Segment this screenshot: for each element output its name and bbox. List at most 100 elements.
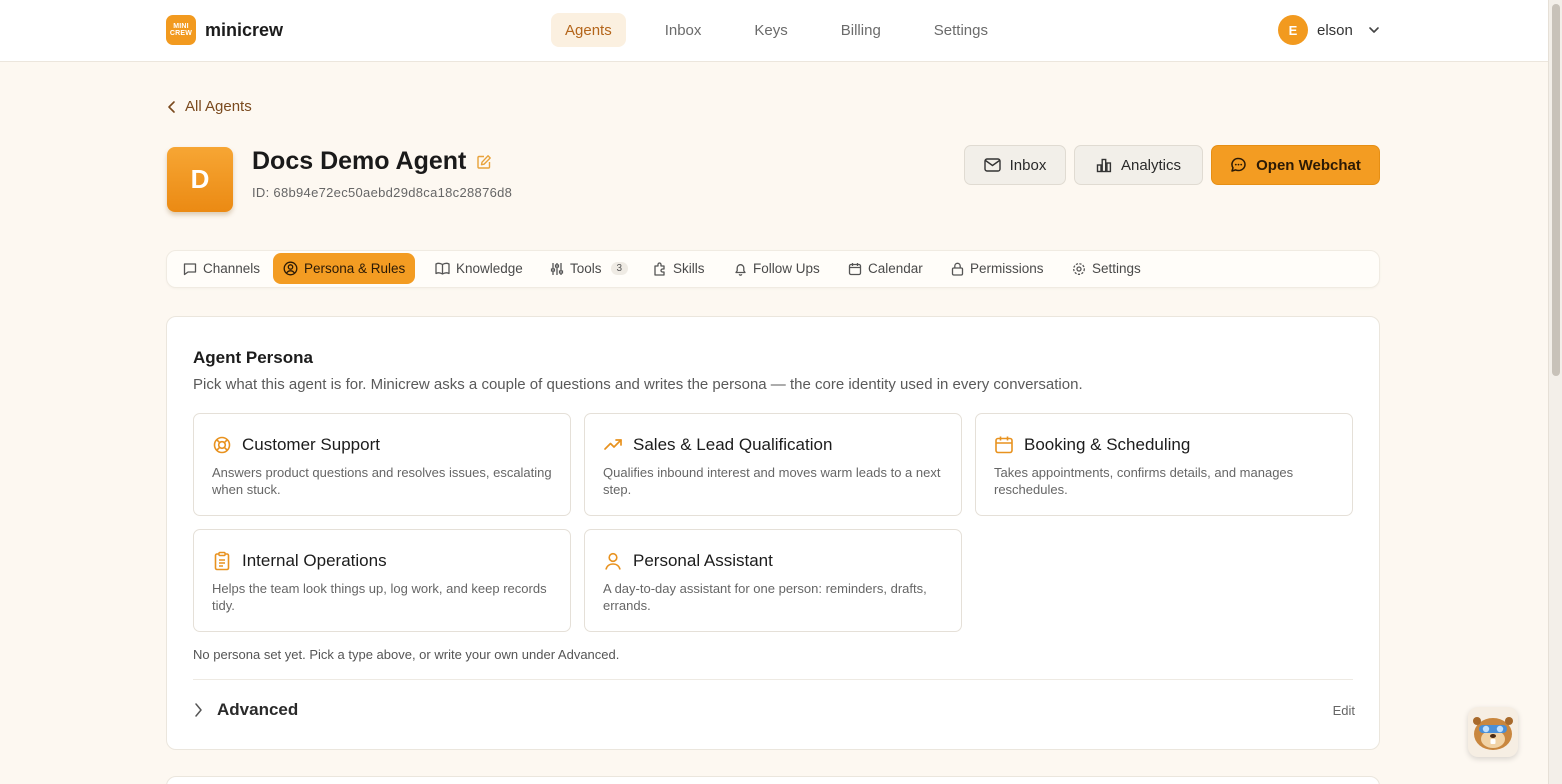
tab-label: Follow Ups	[753, 261, 820, 276]
card-header: Sales & Lead Qualification	[603, 435, 832, 455]
brand[interactable]: MINI CREW minicrew	[166, 15, 283, 45]
advanced-label: Advanced	[217, 700, 299, 719]
edit-pencil-icon[interactable]	[476, 154, 492, 170]
logo-text-top: MINI	[173, 23, 189, 30]
top-bar: MINI CREW minicrew Agents Inbox Keys Bil…	[0, 0, 1548, 62]
tab-label: Channels	[203, 261, 261, 276]
panel-description: Pick what this agent is for. Minicrew as…	[193, 376, 1083, 393]
trending-up-icon	[604, 439, 622, 450]
advanced-toggle[interactable]: Advanced	[193, 700, 298, 720]
persona-hint: No persona set yet. Pick a type above, o…	[193, 647, 620, 662]
card-description: Answers product questions and resolves i…	[212, 465, 552, 497]
inbox-button-label: Inbox	[1009, 156, 1047, 174]
chevron-down-icon	[1369, 27, 1379, 33]
chevron-left-icon	[168, 100, 175, 113]
open-webchat-button[interactable]: Open Webchat	[1211, 145, 1380, 185]
tab-label: Settings	[1092, 261, 1141, 276]
agent-id: ID: 68b94e72ec50aebd29d8ca18c28876d8	[252, 185, 513, 200]
logo-text-bottom: CREW	[169, 30, 193, 37]
beaver-mascot-icon	[1473, 717, 1513, 750]
user-circle-icon	[283, 261, 298, 276]
agent-persona-panel: Agent Persona Pick what this agent is fo…	[166, 316, 1380, 750]
inbox-button[interactable]: Inbox	[964, 145, 1066, 185]
message-square-icon	[183, 262, 197, 275]
help-mascot-button[interactable]	[1468, 707, 1518, 757]
lock-icon	[951, 262, 964, 276]
nav-keys[interactable]: Keys	[740, 13, 801, 47]
chevron-right-icon	[195, 703, 202, 717]
user-name: elson	[1317, 21, 1353, 39]
tab-channels[interactable]: Channels	[173, 253, 270, 284]
tools-count-badge: 3	[610, 262, 629, 275]
card-description: Takes appointments, confirms details, an…	[994, 465, 1294, 497]
card-title: Booking & Scheduling	[1024, 435, 1191, 454]
tab-label: Permissions	[970, 261, 1044, 276]
tab-calendar[interactable]: Calendar	[838, 253, 933, 284]
card-header: Internal Operations	[212, 551, 387, 571]
card-description: A day-to-day assistant for one person: r…	[603, 581, 927, 613]
tab-label: Calendar	[868, 261, 923, 276]
avatar: E	[1278, 15, 1308, 45]
tab-knowledge[interactable]: Knowledge	[425, 253, 533, 284]
persona-card-booking-scheduling[interactable]: Booking & Scheduling Takes appointments,…	[975, 413, 1353, 516]
user-menu[interactable]: E elson	[1278, 15, 1380, 45]
nav-inbox[interactable]: Inbox	[651, 13, 716, 47]
agent-title: Docs Demo Agent	[252, 147, 492, 176]
tab-label: Knowledge	[456, 261, 523, 276]
mail-icon	[983, 158, 1001, 172]
card-title: Customer Support	[242, 435, 380, 454]
tab-settings[interactable]: Settings	[1062, 253, 1151, 284]
tab-label: Persona & Rules	[304, 261, 406, 276]
tab-label: Skills	[673, 261, 705, 276]
nav-billing[interactable]: Billing	[827, 13, 895, 47]
persona-card-personal-assistant[interactable]: Personal Assistant A day-to-day assistan…	[584, 529, 962, 632]
persona-card-internal-operations[interactable]: Internal Operations Helps the team look …	[193, 529, 571, 632]
puzzle-icon	[654, 261, 665, 276]
tab-follow-ups[interactable]: Follow Ups	[724, 253, 830, 284]
nav-agents[interactable]: Agents	[551, 13, 626, 47]
analytics-button-label: Analytics	[1120, 156, 1182, 174]
calendar-icon	[995, 436, 1013, 454]
chat-bubble-icon	[1231, 157, 1246, 172]
card-description: Helps the team look things up, log work,…	[212, 581, 547, 613]
tab-persona-rules[interactable]: Persona & Rules	[273, 253, 416, 284]
agent-name: Docs Demo Agent	[252, 147, 467, 175]
card-header: Customer Support	[212, 435, 380, 455]
tab-tools[interactable]: Tools 3	[540, 253, 638, 284]
tab-label: Tools	[570, 261, 602, 276]
card-description: Qualifies inbound interest and moves war…	[603, 465, 941, 497]
book-open-icon	[435, 262, 450, 275]
sliders-icon	[550, 262, 564, 275]
panel-title: Agent Persona	[193, 348, 313, 367]
tab-skills[interactable]: Skills	[643, 253, 715, 284]
persona-card-customer-support[interactable]: Customer Support Answers product questio…	[193, 413, 571, 516]
scrollbar-thumb[interactable]	[1552, 4, 1560, 376]
card-title: Internal Operations	[242, 551, 387, 570]
open-webchat-button-label: Open Webchat	[1256, 156, 1361, 174]
gear-icon	[1073, 262, 1085, 275]
back-to-all-agents-link[interactable]: All Agents	[167, 98, 252, 115]
user-icon	[605, 552, 621, 570]
bar-chart-icon	[1096, 158, 1112, 172]
persona-card-sales-lead-qualification[interactable]: Sales & Lead Qualification Qualifies inb…	[584, 413, 962, 516]
bell-icon	[735, 263, 746, 276]
main-nav: Agents Inbox Keys Billing Settings	[551, 13, 1027, 47]
calendar-icon	[848, 262, 862, 275]
card-title: Sales & Lead Qualification	[633, 435, 833, 454]
nav-settings[interactable]: Settings	[920, 13, 1002, 47]
back-link-label: All Agents	[185, 98, 252, 115]
agent-avatar: D	[167, 147, 233, 212]
next-panel	[166, 776, 1380, 784]
analytics-button[interactable]: Analytics	[1074, 145, 1203, 185]
scrollbar[interactable]	[1548, 0, 1562, 784]
edit-advanced-link[interactable]: Edit	[1333, 703, 1355, 718]
minicrew-logo: MINI CREW	[166, 15, 196, 45]
card-header: Personal Assistant	[603, 551, 773, 571]
card-title: Personal Assistant	[633, 551, 773, 570]
card-header: Booking & Scheduling	[994, 435, 1190, 455]
brand-name: minicrew	[205, 19, 284, 40]
lifebuoy-icon	[213, 436, 231, 454]
divider	[193, 679, 1353, 680]
tab-permissions[interactable]: Permissions	[941, 253, 1054, 284]
agent-tabs: Channels Persona & Rules Knowledge Tools…	[166, 250, 1380, 288]
